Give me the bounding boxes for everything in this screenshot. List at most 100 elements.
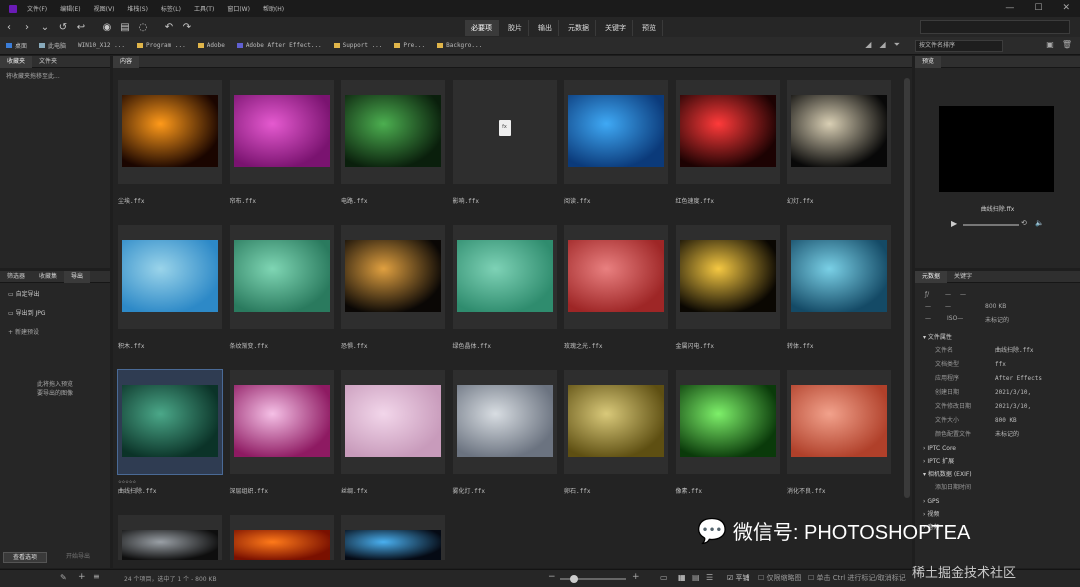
menu-label[interactable]: 标签(L) xyxy=(161,4,181,13)
thumbnail-cell[interactable] xyxy=(564,80,668,184)
loop-icon[interactable]: ⟲ xyxy=(1021,219,1027,227)
tab-folders[interactable]: 文件夹 xyxy=(32,56,64,68)
menu-window[interactable]: 窗口(W) xyxy=(227,4,250,13)
menu-help[interactable]: 帮助(H) xyxy=(263,4,284,13)
thumbnail-cell[interactable] xyxy=(341,225,445,329)
menu-file[interactable]: 文件(F) xyxy=(27,4,47,13)
forward-icon[interactable]: › xyxy=(18,22,36,33)
volume-icon[interactable]: 🔈 xyxy=(1035,219,1044,227)
thumbnail-cell[interactable] xyxy=(564,370,668,474)
rotate-left-icon[interactable]: ↶ xyxy=(160,22,178,33)
export-jpg[interactable]: ▭ 导出到 JPG xyxy=(0,304,110,321)
tab-favorites[interactable]: 收藏夹 xyxy=(0,55,33,68)
menu-tools[interactable]: 工具(T) xyxy=(194,4,214,13)
close-icon[interactable]: ✕ xyxy=(1062,3,1070,13)
thumbnail-cell[interactable] xyxy=(117,369,223,475)
thumbnail-cell[interactable] xyxy=(452,225,557,329)
thumbnail-cell[interactable] xyxy=(787,225,891,329)
thumbnail-cell[interactable] xyxy=(452,370,557,474)
tab-keywords[interactable]: 关键字 xyxy=(599,20,633,36)
section-exif[interactable]: ▾ 相机数据 (EXIF) xyxy=(915,468,1080,481)
start-export-button[interactable]: 开始导出 xyxy=(56,552,100,563)
thumbnail-cell[interactable] xyxy=(787,80,891,184)
crumb-drive[interactable]: WIN10_X12 ... xyxy=(78,42,125,49)
add-icon[interactable]: + xyxy=(78,572,86,582)
tab-collections[interactable]: 收藏集 xyxy=(32,271,64,283)
star-rating[interactable]: ☆☆☆☆☆ xyxy=(118,478,136,485)
crumb-program-files[interactable]: Program ... xyxy=(137,42,186,49)
new-preset[interactable]: + 新建预设 xyxy=(0,321,110,342)
tab-metadata[interactable]: 元数据 xyxy=(562,20,596,36)
section-iptc-ext[interactable]: › IPTC 扩展 xyxy=(915,455,1080,468)
new-folder-icon[interactable]: ▣ xyxy=(1046,40,1054,49)
scrollbar[interactable] xyxy=(904,78,910,498)
minimize-icon[interactable]: — xyxy=(1005,3,1014,13)
refine-icon[interactable]: ▤ xyxy=(116,22,134,33)
menu-stacks[interactable]: 堆栈(S) xyxy=(127,4,148,13)
grid-view-icon[interactable]: ▦ xyxy=(678,573,686,582)
tab-output[interactable]: 输出 xyxy=(532,20,559,36)
crumb-adobe[interactable]: Adobe xyxy=(197,42,225,49)
crumb-support[interactable]: Support ... xyxy=(333,42,382,49)
thumbnail-cell[interactable]: fx xyxy=(452,80,557,184)
delete-icon[interactable]: 🗑 xyxy=(1062,40,1072,49)
thumbnail-size-slider[interactable] xyxy=(560,575,626,583)
section-gps[interactable]: › GPS xyxy=(915,495,1080,508)
thumbnail-cell[interactable] xyxy=(229,80,334,184)
camera-icon[interactable]: ◉ xyxy=(98,22,116,33)
filter-icon[interactable]: ⏷ xyxy=(894,40,900,50)
crumb-desktop[interactable]: 桌面 xyxy=(6,41,27,50)
search-input[interactable] xyxy=(920,20,1070,34)
playback-slider[interactable] xyxy=(963,224,1019,226)
tab-essentials[interactable]: 必要项 xyxy=(465,20,499,36)
thumbnail-cell[interactable] xyxy=(118,80,222,184)
lock-icon[interactable]: ▭ xyxy=(660,573,668,582)
ctrl-mark-checkbox[interactable]: ☐ 单击 Ctrl 进行标记/取消标记 xyxy=(808,573,906,583)
thumbnail-cell[interactable] xyxy=(229,515,334,560)
thumbnail-cell[interactable] xyxy=(675,80,780,184)
crumb-after-effects[interactable]: Adobe After Effect... xyxy=(236,42,322,49)
quality-icon[interactable]: ◢ xyxy=(865,40,871,50)
open-in-camera-raw-icon[interactable]: ◌ xyxy=(134,22,152,33)
maximize-icon[interactable]: ☐ xyxy=(1034,3,1042,13)
thumbnails-only-checkbox[interactable]: ☐ 仅限缩略图 xyxy=(758,573,802,583)
tab-export[interactable]: 导出 xyxy=(64,270,91,283)
return-icon[interactable]: ↩ xyxy=(72,22,90,33)
back-icon[interactable]: ‹ xyxy=(0,22,18,33)
thumbnail-cell[interactable] xyxy=(341,515,445,560)
thumbnail-cell[interactable] xyxy=(118,515,222,560)
quality-icon-2[interactable]: ◢ xyxy=(879,40,885,50)
thumbnail-cell[interactable] xyxy=(787,370,891,474)
thumbnail-cell[interactable] xyxy=(675,370,780,474)
tile-checkbox[interactable]: ☑ 平铺 xyxy=(727,573,750,583)
tab-keywords-panel[interactable]: 关键字 xyxy=(947,271,979,283)
section-file-properties[interactable]: ▾ 文件属性 xyxy=(915,331,1080,344)
export-custom[interactable]: ▭ 自定导出 xyxy=(0,283,110,304)
thumbnail-cell[interactable] xyxy=(564,225,668,329)
tab-filmstrip[interactable]: 胶片 xyxy=(502,20,529,36)
section-iptc-core[interactable]: › IPTC Core xyxy=(915,442,1080,455)
crumb-this-pc[interactable]: 此电脑 xyxy=(39,41,66,50)
tab-filter[interactable]: 筛选器 xyxy=(0,271,32,283)
thumbnail-cell[interactable] xyxy=(229,225,334,329)
menu-edit[interactable]: 编辑(E) xyxy=(60,4,80,13)
list-view-icon[interactable]: ☰ xyxy=(706,573,713,582)
chevron-down-icon[interactable]: ⌄ xyxy=(36,22,54,33)
menu-view[interactable]: 视图(V) xyxy=(94,4,115,13)
details-view-icon[interactable]: ▤ xyxy=(692,573,700,582)
tab-preview[interactable]: 预览 xyxy=(636,20,663,36)
thumbnail-cell[interactable] xyxy=(675,225,780,329)
thumbnail-cell[interactable] xyxy=(229,370,334,474)
thumbnail-cell[interactable] xyxy=(341,370,445,474)
crumb-presets[interactable]: Pre... xyxy=(394,42,425,49)
rotate-right-icon[interactable]: ↷ xyxy=(178,22,196,33)
play-icon[interactable]: ▶ xyxy=(951,219,957,228)
zoom-out-icon[interactable]: − xyxy=(548,572,556,582)
tab-metadata-panel[interactable]: 元数据 xyxy=(915,270,948,283)
settings-icon[interactable]: ✎ xyxy=(60,573,67,582)
crumb-backgrounds[interactable]: Backgro... xyxy=(437,42,482,49)
menu-icon[interactable]: ≡ xyxy=(93,572,100,581)
view-options-button[interactable]: 查看选项 xyxy=(3,552,47,563)
sort-select[interactable]: 按文件名排序 xyxy=(915,40,1003,52)
recent-icon[interactable]: ↺ xyxy=(54,22,72,33)
